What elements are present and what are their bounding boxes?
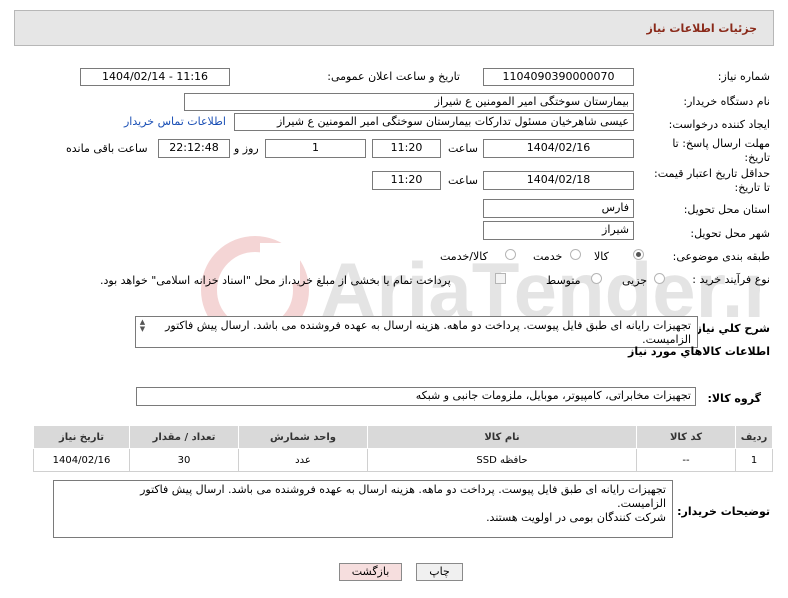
city-field[interactable]: شیراز	[483, 221, 634, 240]
back-button[interactable]: بازگشت	[339, 563, 402, 581]
goods-table-wrapper: ردیف کد کالا نام کالا واحد شمارش تعداد /…	[33, 425, 773, 472]
buyer-notes-line-1: تجهیزات رایانه ای طبق فایل پیوست. پرداخت…	[140, 483, 666, 496]
category-radio-goods[interactable]	[633, 249, 644, 260]
need-description-text: تجهیزات رایانه ای طبق فایل پیوست. پرداخت…	[165, 319, 691, 346]
buyer-notes-textarea[interactable]: تجهیزات رایانه ای طبق فایل پیوست. پرداخت…	[53, 480, 673, 538]
price-validity-time-field[interactable]: 11:20	[372, 171, 441, 190]
reply-deadline-label: مهلت ارسال پاسخ: تا	[672, 137, 770, 150]
days-label: روز و	[234, 142, 259, 155]
province-label: استان محل تحویل:	[683, 203, 770, 216]
city-label: شهر محل تحویل:	[690, 227, 770, 240]
page-title: جزئیات اطلاعات نیاز	[646, 22, 758, 35]
col-header-name: نام کالا	[367, 425, 637, 449]
announce-datetime-field[interactable]: 1404/02/14 - 11:16	[80, 68, 230, 86]
category-radio-service[interactable]	[570, 249, 581, 260]
time-remaining-field[interactable]: 22:12:48	[158, 139, 230, 158]
page-header: جزئیات اطلاعات نیاز	[14, 10, 774, 46]
days-remaining-field[interactable]: 1	[265, 139, 366, 158]
category-service-label: خدمت	[533, 250, 563, 263]
reply-deadline-date-field[interactable]: 1404/02/16	[483, 139, 634, 158]
price-validity-date-field[interactable]: 1404/02/18	[483, 171, 634, 190]
buyer-org-field[interactable]: بیمارستان سوختگی امیر المومنین ع شیراز	[184, 93, 634, 111]
cell-date: 1404/02/16	[33, 448, 130, 472]
buyer-notes-line-2: الزامیست.	[617, 497, 666, 510]
process-type-label: نوع فرآیند خرید :	[692, 273, 770, 286]
buyer-contact-link[interactable]: اطلاعات تماس خریدار	[124, 115, 226, 128]
province-field[interactable]: فارس	[483, 199, 634, 218]
goods-group-label: گروه کالا:	[707, 392, 761, 405]
reply-deadline-time-field[interactable]: 11:20	[372, 139, 441, 158]
table-row[interactable]: 1 -- حافظه SSD عدد 30 1404/02/16	[33, 448, 773, 472]
goods-group-field[interactable]: تجهیزات مخابراتی، کامپیوتر، موبایل، ملزو…	[136, 387, 696, 406]
cell-unit: عدد	[238, 448, 368, 472]
need-number-field[interactable]: 1104090390000070	[483, 68, 634, 86]
category-radio-goods-service[interactable]	[505, 249, 516, 260]
col-header-qty: تعداد / مقدار	[129, 425, 239, 449]
process-medium-label: متوسط	[546, 274, 581, 287]
col-header-date: تاریخ نیاز	[33, 425, 130, 449]
time-remaining-label: ساعت باقی مانده	[66, 142, 148, 155]
treasury-payment-checkbox[interactable]	[495, 273, 506, 284]
cell-qty: 30	[129, 448, 239, 472]
requester-field[interactable]: عیسی شاهرخیان مسئول تدارکات بیمارستان سو…	[234, 113, 634, 131]
price-validity-time-label: ساعت	[448, 174, 478, 187]
requester-label: ایجاد کننده درخواست:	[668, 118, 770, 131]
col-header-code: کد کالا	[636, 425, 736, 449]
category-goods-service-label: کالا/خدمت	[440, 250, 488, 263]
cell-code: --	[636, 448, 736, 472]
need-description-label: شرح کلي نياز:	[691, 322, 770, 335]
announce-datetime-label: تاریخ و ساعت اعلان عمومی:	[327, 70, 460, 83]
reply-time-label: ساعت	[448, 142, 478, 155]
buyer-notes-line-3: شرکت کنندگان بومی در اولویت هستند.	[486, 511, 666, 524]
process-radio-minor[interactable]	[654, 273, 665, 284]
reply-deadline-label-2: تاریخ:	[744, 151, 770, 164]
cell-name: حافظه SSD	[367, 448, 637, 472]
goods-table: ردیف کد کالا نام کالا واحد شمارش تعداد /…	[33, 425, 773, 472]
category-label: طبقه بندی موضوعی:	[672, 250, 770, 263]
description-scroll-arrows-icon[interactable]: ▲ ▼	[138, 319, 147, 345]
category-goods-label: کالا	[594, 250, 609, 263]
goods-section-title: اطلاعات کالاهاي مورد نياز	[628, 345, 770, 358]
need-description-textarea[interactable]: تجهیزات رایانه ای طبق فایل پیوست. پرداخت…	[135, 316, 698, 348]
goods-table-header-row: ردیف کد کالا نام کالا واحد شمارش تعداد /…	[33, 425, 773, 449]
price-validity-label: حداقل تاریخ اعتبار قیمت:	[654, 167, 770, 180]
col-header-unit: واحد شمارش	[238, 425, 368, 449]
cell-index: 1	[735, 448, 773, 472]
process-radio-medium[interactable]	[591, 273, 602, 284]
process-minor-label: جزیی	[622, 274, 648, 287]
buyer-notes-label: توضیحات خریدار:	[677, 505, 770, 518]
treasury-payment-note: پرداخت تمام یا بخشی از مبلغ خرید،از محل …	[100, 274, 451, 287]
price-validity-label-2: تا تاریخ:	[734, 181, 770, 194]
buyer-org-label: نام دستگاه خریدار:	[683, 95, 770, 108]
col-header-index: ردیف	[735, 425, 773, 449]
print-button[interactable]: چاپ	[416, 563, 463, 581]
need-number-label: شماره نیاز:	[717, 70, 770, 83]
